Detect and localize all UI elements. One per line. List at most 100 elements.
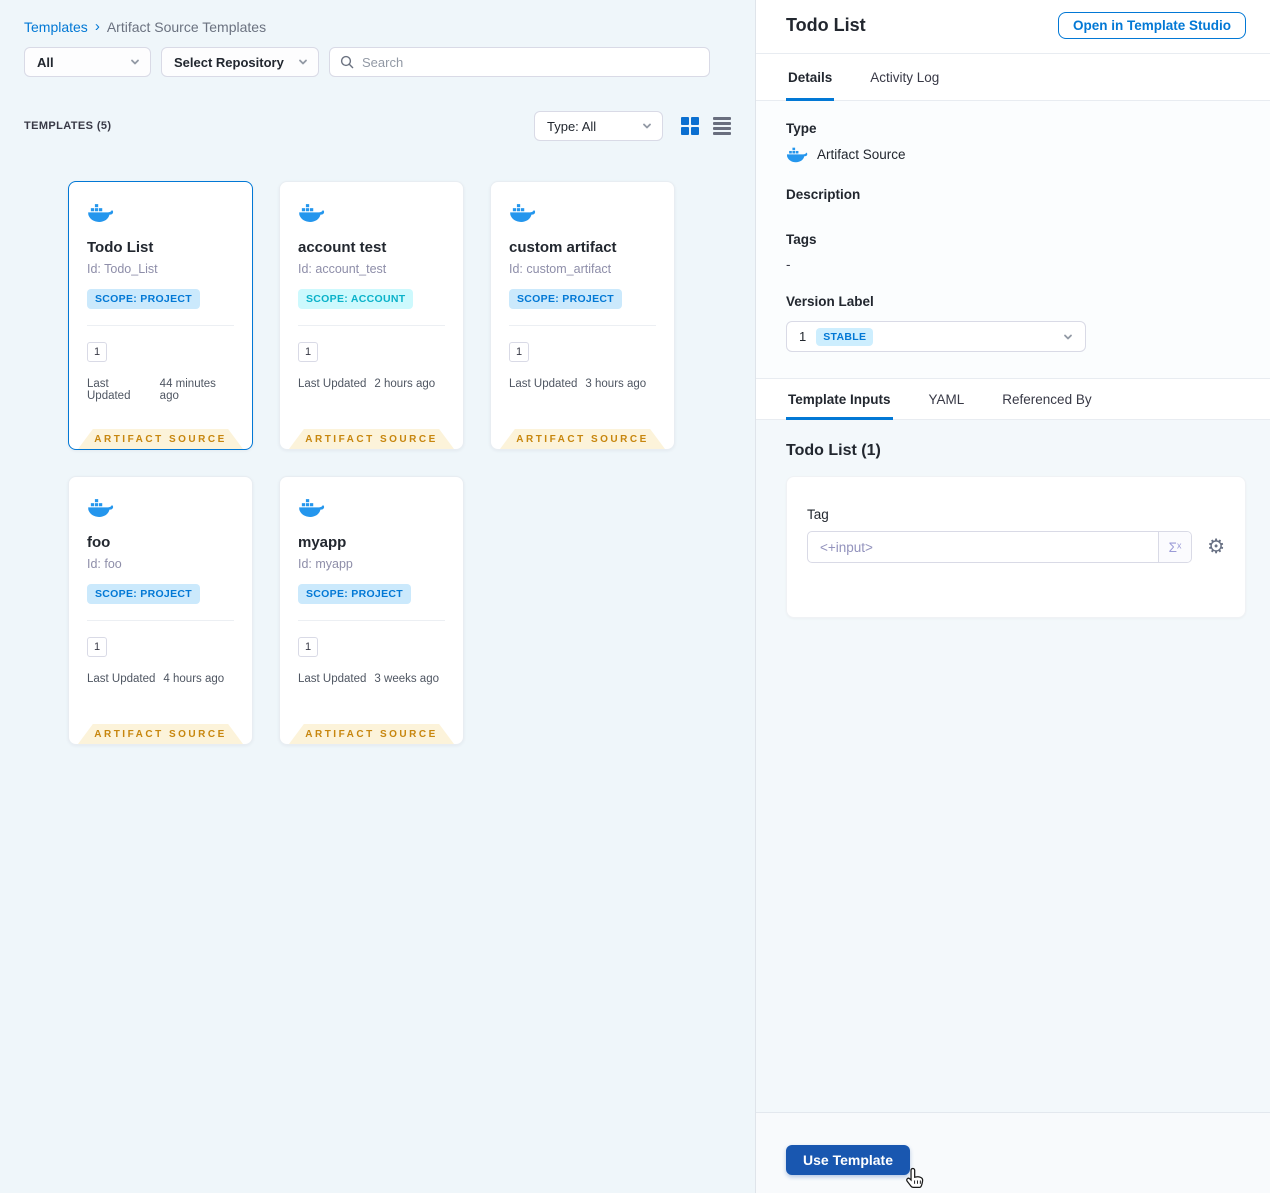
docker-icon xyxy=(88,204,114,222)
tab-template-inputs[interactable]: Template Inputs xyxy=(786,379,893,420)
list-view-icon[interactable] xyxy=(713,117,731,135)
template-card-title: myapp xyxy=(298,534,347,551)
template-card-id: Id: account_test xyxy=(298,262,387,276)
search-icon xyxy=(340,55,354,69)
type-filter-dropdown[interactable]: Type: All xyxy=(534,111,663,141)
breadcrumb-current-page: Artifact Source Templates xyxy=(106,18,267,35)
chevron-down-icon xyxy=(299,59,307,65)
chevron-down-icon xyxy=(131,59,139,65)
details-tabs: Details Activity Log xyxy=(756,54,1270,101)
docker-icon xyxy=(299,204,325,222)
use-template-button[interactable]: Use Template xyxy=(786,1145,910,1175)
tags-value: - xyxy=(786,257,791,272)
version-number: 1 xyxy=(799,329,807,344)
expression-toggle-icon[interactable]: Σˣ xyxy=(1158,532,1192,562)
scope-filter-dropdown[interactable]: All xyxy=(24,47,151,77)
tab-yaml[interactable]: YAML xyxy=(927,379,967,420)
card-divider xyxy=(87,620,234,621)
card-divider xyxy=(87,325,234,326)
template-card-id: Id: foo xyxy=(87,557,122,571)
scope-badge: SCOPE: ACCOUNT xyxy=(298,289,414,309)
tag-input-wrap: Σˣ xyxy=(807,531,1193,563)
template-details-panel: Todo List Open in Template Studio Detail… xyxy=(755,0,1270,1193)
version-count-box: 1 xyxy=(509,342,529,362)
template-card-id: Id: custom_artifact xyxy=(509,262,612,276)
template-inputs-section: Todo List (1) Tag Σˣ ⚙ xyxy=(756,420,1270,1112)
template-card-custom-artifact[interactable]: custom artifact Id: custom_artifact SCOP… xyxy=(490,181,675,450)
artifact-source-ribbon: ARTIFACT SOURCE xyxy=(78,429,243,449)
tab-activity-log[interactable]: Activity Log xyxy=(868,54,941,101)
stable-badge: STABLE xyxy=(816,327,874,346)
template-card-title: foo xyxy=(87,534,111,551)
tag-label: Tag xyxy=(807,507,829,522)
template-card-id: Id: Todo_List xyxy=(87,262,158,276)
template-card-title: custom artifact xyxy=(509,239,617,256)
tab-referenced-by[interactable]: Referenced By xyxy=(1000,379,1093,420)
scope-badge: SCOPE: PROJECT xyxy=(509,289,622,309)
artifact-source-ribbon: ARTIFACT SOURCE xyxy=(289,724,454,744)
template-card-title: account test xyxy=(298,239,387,256)
artifact-source-ribbon: ARTIFACT SOURCE xyxy=(289,429,454,449)
panel-title: Todo List xyxy=(786,15,866,35)
tag-input-card: Tag Σˣ ⚙ xyxy=(786,476,1246,618)
repository-filter-dropdown[interactable]: Select Repository xyxy=(161,47,319,77)
breadcrumb-templates-link[interactable]: Templates xyxy=(24,19,88,35)
version-select-dropdown[interactable]: 1 STABLE xyxy=(786,321,1086,352)
breadcrumb: Templates › Artifact Source Templates xyxy=(0,0,755,35)
inputs-heading: Todo List (1) xyxy=(786,442,881,459)
panel-header: Todo List Open in Template Studio xyxy=(756,0,1270,54)
artifact-source-ribbon: ARTIFACT SOURCE xyxy=(500,429,665,449)
templates-list-panel: Templates › Artifact Source Templates Al… xyxy=(0,0,755,1193)
docker-icon xyxy=(786,147,808,163)
version-count-box: 1 xyxy=(87,637,107,657)
template-card-todo-list[interactable]: Todo List Id: Todo_List SCOPE: PROJECT 1… xyxy=(68,181,253,450)
version-label: Version Label xyxy=(786,294,874,309)
docker-icon xyxy=(299,499,325,517)
repository-filter-value: Select Repository xyxy=(174,54,284,70)
template-card-myapp[interactable]: myapp Id: myapp SCOPE: PROJECT 1 Last Up… xyxy=(279,476,464,745)
scope-badge: SCOPE: PROJECT xyxy=(298,584,411,604)
breadcrumb-separator-icon: › xyxy=(94,18,100,35)
type-filter-value: Type: All xyxy=(547,118,597,134)
scope-filter-value: All xyxy=(37,54,54,70)
last-updated: Last Updated 3 weeks ago xyxy=(298,673,439,685)
list-header: TEMPLATES (5) Type: All xyxy=(0,77,755,141)
search-input[interactable] xyxy=(362,54,699,70)
docker-icon xyxy=(510,204,536,222)
card-divider xyxy=(509,325,656,326)
gear-icon[interactable]: ⚙ xyxy=(1207,537,1225,557)
template-card-foo[interactable]: foo Id: foo SCOPE: PROJECT 1 Last Update… xyxy=(68,476,253,745)
artifact-source-ribbon: ARTIFACT SOURCE xyxy=(78,724,243,744)
template-card-id: Id: myapp xyxy=(298,557,353,571)
template-card-account-test[interactable]: account test Id: account_test SCOPE: ACC… xyxy=(279,181,464,450)
view-toggle xyxy=(681,117,731,135)
filter-bar: All Select Repository xyxy=(0,35,755,77)
last-updated: Last Updated 4 hours ago xyxy=(87,673,225,685)
docker-icon xyxy=(88,499,114,517)
template-cards-grid: Todo List Id: Todo_List SCOPE: PROJECT 1… xyxy=(68,181,755,745)
grid-view-icon[interactable] xyxy=(681,117,699,135)
scope-badge: SCOPE: PROJECT xyxy=(87,584,200,604)
last-updated: Last Updated 44 minutes ago xyxy=(87,378,216,402)
scope-badge: SCOPE: PROJECT xyxy=(87,289,200,309)
templates-count: TEMPLATES (5) xyxy=(24,120,112,132)
tag-input[interactable] xyxy=(808,532,1159,562)
card-divider xyxy=(298,325,445,326)
version-count-box: 1 xyxy=(298,342,318,362)
tags-label: Tags xyxy=(786,232,817,247)
chevron-down-icon xyxy=(1064,334,1072,339)
last-updated: Last Updated 2 hours ago xyxy=(298,378,436,390)
tab-details[interactable]: Details xyxy=(786,54,835,101)
type-label: Type xyxy=(786,121,817,136)
chevron-down-icon xyxy=(643,123,651,129)
details-section: Type Artifact Source Description Tags - … xyxy=(756,101,1270,378)
panel-footer: Use Template xyxy=(756,1112,1270,1193)
last-updated: Last Updated 3 hours ago xyxy=(509,378,647,390)
open-in-template-studio-button[interactable]: Open in Template Studio xyxy=(1057,12,1246,39)
description-label: Description xyxy=(786,187,861,202)
template-card-title: Todo List xyxy=(87,239,154,256)
search-field[interactable] xyxy=(329,47,710,77)
type-value: Artifact Source xyxy=(786,146,1240,163)
version-count-box: 1 xyxy=(87,342,107,362)
card-divider xyxy=(298,620,445,621)
